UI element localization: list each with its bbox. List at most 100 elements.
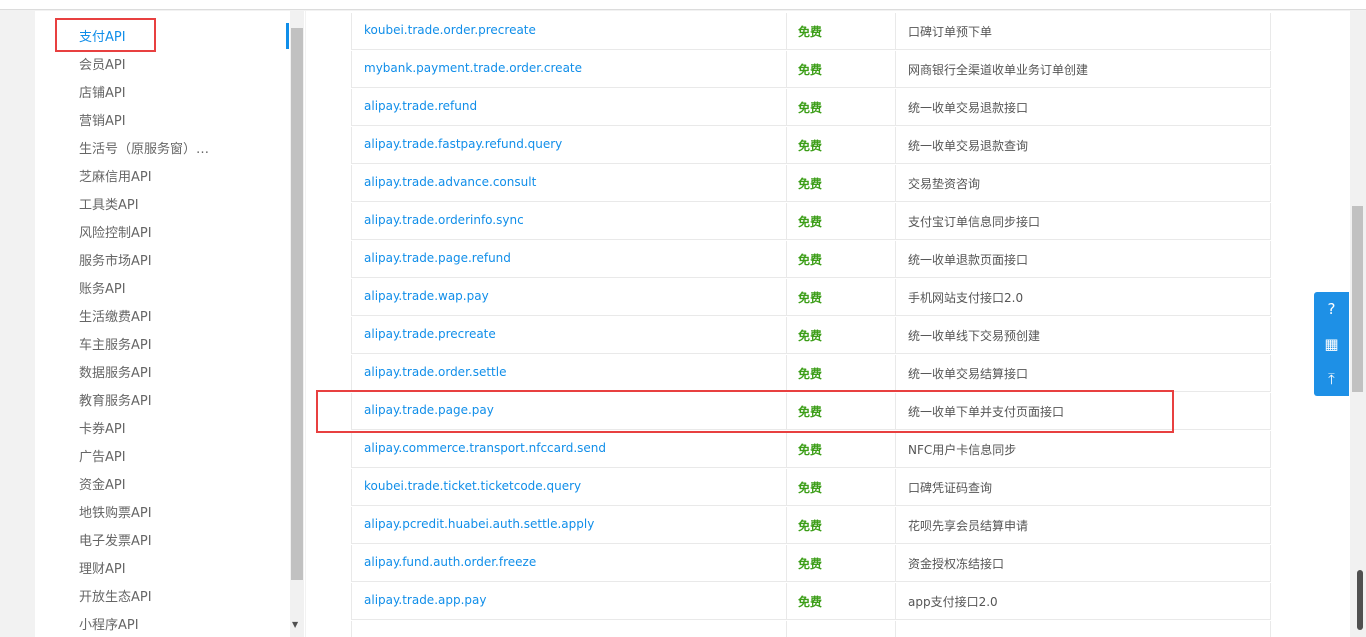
sidebar-item[interactable]: 服务市场API — [79, 253, 152, 271]
api-description: 统一收单退款页面接口 — [908, 253, 1029, 267]
sidebar-item[interactable]: 卡券API — [79, 421, 126, 439]
api-name-link[interactable]: mybank.payment.trade.order.create — [364, 61, 582, 75]
column-divider — [786, 317, 787, 353]
api-price: 免费 — [798, 557, 823, 571]
table-row: alipay.trade.advance.consult 免费 交易垫资咨询 — [351, 165, 1271, 202]
column-divider — [895, 203, 896, 239]
sidebar-item[interactable]: 芝麻信用API — [79, 169, 152, 187]
column-divider — [895, 279, 896, 315]
back-to-top-icon[interactable]: ⤒ — [1314, 362, 1349, 396]
table-row: alipay.trade.wap.pay 免费 手机网站支付接口2.0 — [351, 279, 1271, 316]
api-name-link[interactable]: alipay.trade.precreate — [364, 327, 496, 341]
api-list-panel: koubei.trade.order.precreate 免费 口碑订单预下单 myb… — [306, 11, 1350, 637]
api-price: 免费 — [798, 443, 823, 457]
api-price: 免费 — [798, 329, 823, 343]
api-name-link[interactable]: alipay.trade.order.settle — [364, 365, 506, 379]
sidebar-item[interactable]: 生活号（原服务窗）… — [79, 141, 209, 159]
api-name-link[interactable]: alipay.trade.wap.pay — [364, 289, 489, 303]
column-divider — [786, 621, 787, 637]
column-divider — [786, 583, 787, 619]
table-row: alipay.trade.orderinfo.sync 免费 支付宝订单信息同步接口 — [351, 203, 1271, 240]
api-description: 统一收单交易结算接口 — [908, 367, 1029, 381]
api-name-link[interactable]: alipay.trade.app.pay — [364, 593, 486, 607]
table-row: mybank.payment.trade.order.create 免费 网商银行全… — [351, 51, 1271, 88]
api-name-link[interactable]: alipay.trade.orderinfo.sync — [364, 213, 524, 227]
column-divider — [786, 241, 787, 277]
column-divider — [895, 355, 896, 391]
floating-toolbar: ? ▦ ⤒ — [1314, 292, 1349, 396]
api-description: 口碑订单预下单 — [908, 25, 993, 39]
column-divider — [895, 545, 896, 581]
sidebar-item[interactable]: 电子发票API — [79, 533, 152, 551]
column-divider — [786, 13, 787, 49]
api-name-link[interactable]: alipay.fund.auth.order.freeze — [364, 555, 536, 569]
sidebar-scrollbar-thumb[interactable] — [291, 28, 303, 580]
api-category-sidebar: 支付API 会员API 店铺API 营销API 生活号（原服务窗）… 芝麻信用API 工具类… — [35, 11, 305, 637]
api-price: 免费 — [798, 139, 823, 153]
api-price: 免费 — [798, 63, 823, 77]
column-divider — [786, 469, 787, 505]
column-divider — [895, 507, 896, 543]
api-name-link[interactable]: alipay.pcredit.huabei.auth.settle.apply — [364, 517, 594, 531]
api-price: 免费 — [798, 177, 823, 191]
sidebar-scroll-down-icon[interactable]: ▼ — [292, 620, 298, 629]
api-price: 免费 — [798, 481, 823, 495]
sidebar-item[interactable]: 广告API — [79, 449, 126, 467]
sidebar-item[interactable]: 数据服务API — [79, 365, 152, 383]
sidebar-item[interactable]: 会员API — [79, 57, 126, 75]
sidebar-item[interactable]: 资金API — [79, 477, 126, 495]
api-description: 网商银行全渠道收单业务订单创建 — [908, 63, 1089, 77]
api-price: 免费 — [798, 253, 823, 267]
column-divider — [786, 89, 787, 125]
api-name-link[interactable]: koubei.trade.order.precreate — [364, 23, 536, 37]
api-name-link[interactable]: alipay.trade.advance.consult — [364, 175, 536, 189]
help-icon[interactable]: ? — [1314, 292, 1349, 326]
column-divider — [786, 279, 787, 315]
column-divider — [895, 165, 896, 201]
api-description: NFC用户卡信息同步 — [908, 443, 1017, 457]
sidebar-item[interactable]: 开放生态API — [79, 589, 152, 607]
column-divider — [895, 13, 896, 49]
table-row: alipay.trade.precreate 免费 统一收单线下交易预创建 — [351, 317, 1271, 354]
qrcode-icon[interactable]: ▦ — [1314, 327, 1349, 361]
sidebar-item[interactable]: 车主服务API — [79, 337, 152, 355]
api-name-link[interactable]: alipay.commerce.transport.nfccard.send — [364, 441, 606, 455]
sidebar-item[interactable]: 小程序API — [79, 617, 139, 635]
column-divider — [786, 127, 787, 163]
api-description: 统一收单交易退款接口 — [908, 101, 1029, 115]
column-divider — [895, 431, 896, 467]
sidebar-item[interactable]: 工具类API — [79, 197, 139, 215]
sidebar-highlight-box — [55, 18, 156, 52]
api-price: 免费 — [798, 519, 823, 533]
api-price: 免费 — [798, 595, 823, 609]
api-price: 免费 — [798, 215, 823, 229]
sidebar-item[interactable]: 账务API — [79, 281, 126, 299]
api-description: 支付宝订单信息同步接口 — [908, 215, 1041, 229]
sidebar-item[interactable]: 营销API — [79, 113, 126, 131]
sidebar-item[interactable]: 教育服务API — [79, 393, 152, 411]
top-border — [0, 0, 1366, 10]
sidebar-item[interactable]: 理财API — [79, 561, 126, 579]
api-name-link[interactable]: alipay.trade.fastpay.refund.query — [364, 137, 562, 151]
page-scrollbar-thumb[interactable] — [1352, 206, 1363, 392]
column-divider — [786, 165, 787, 201]
column-divider — [895, 621, 896, 637]
page-scrollbar-indicator — [1357, 570, 1363, 630]
api-name-link[interactable]: koubei.trade.ticket.ticketcode.query — [364, 479, 581, 493]
table-row: koubei.trade.ticket.ticketcode.query 免费 口碑… — [351, 469, 1271, 506]
column-divider — [786, 545, 787, 581]
column-divider — [895, 127, 896, 163]
table-row — [351, 621, 1271, 637]
api-price: 免费 — [798, 291, 823, 305]
column-divider — [895, 51, 896, 87]
sidebar-item[interactable]: 生活缴费API — [79, 309, 152, 327]
sidebar-item[interactable]: 风险控制API — [79, 225, 152, 243]
table-row: koubei.trade.order.precreate 免费 口碑订单预下单 — [351, 13, 1271, 50]
api-description: 手机网站支付接口2.0 — [908, 291, 1024, 305]
sidebar-item[interactable]: 地铁购票API — [79, 505, 152, 523]
api-name-link[interactable]: alipay.trade.refund — [364, 99, 477, 113]
api-description: 口碑凭证码查询 — [908, 481, 993, 495]
sidebar-item[interactable]: 店铺API — [79, 85, 126, 103]
api-name-link[interactable]: alipay.trade.page.refund — [364, 251, 511, 265]
table-row: alipay.trade.app.pay 免费 app支付接口2.0 — [351, 583, 1271, 620]
